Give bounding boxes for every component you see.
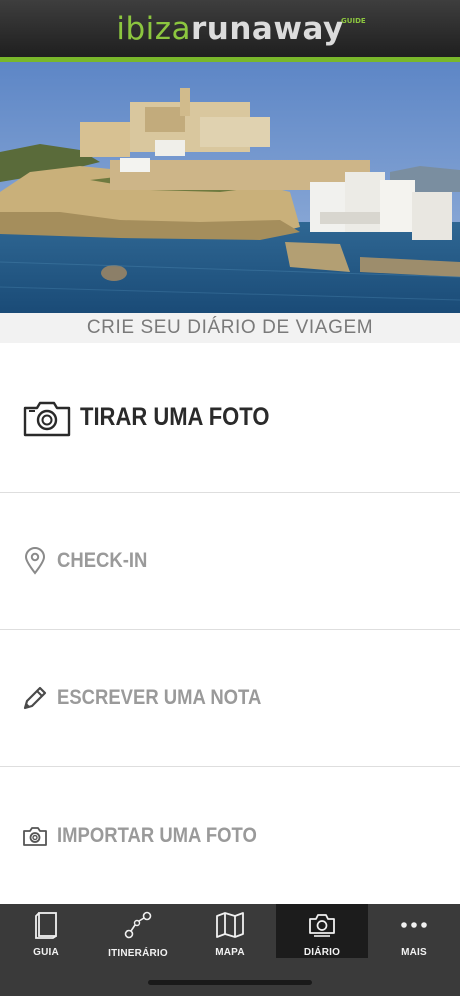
tab-diario-label: DIÁRIO [303,947,341,958]
logo-text-runaway: runaway [191,11,344,47]
take-photo-label: TIRAR UMA FOTO [80,403,270,431]
map-icon [215,910,245,939]
tab-guia-label: GUIA [33,947,59,958]
app-header: ibizarunaway GUIDE [0,0,460,57]
page-subtitle: CRIE SEU DIÁRIO DE VIAGEM [0,313,460,343]
check-in-label: CHECK-IN [57,549,148,572]
app-logo: ibizarunaway GUIDE [116,11,365,47]
camera-icon [22,398,72,438]
tab-itinerario-label: ITINERÁRIO [108,948,168,959]
tab-itinerario[interactable]: ITINERÁRIO [92,904,184,959]
check-in-button[interactable]: CHECK-IN [0,493,460,630]
camera-icon [22,825,48,847]
book-icon [34,910,58,939]
tab-mais[interactable]: MAIS [368,904,460,958]
camera-icon [308,910,336,939]
more-dots-icon [399,910,429,939]
logo-text-ibiza: ibiza [116,11,191,47]
pencil-icon [22,685,48,711]
take-photo-button[interactable]: TIRAR UMA FOTO [0,343,460,493]
tab-mapa-label: MAPA [215,947,245,958]
tab-mapa[interactable]: MAPA [184,904,276,958]
tab-mais-label: MAIS [401,947,427,958]
import-photo-button[interactable]: IMPORTAR UMA FOTO [0,767,460,904]
import-photo-label: IMPORTAR UMA FOTO [57,823,257,847]
location-pin-icon [22,547,48,575]
tab-guia[interactable]: GUIA [0,904,92,958]
logo-badge: GUIDE [341,17,366,25]
write-note-label: ESCREVER UMA NOTA [57,686,262,709]
hero-photo [0,62,460,313]
home-indicator [148,980,312,985]
write-note-button[interactable]: ESCREVER UMA NOTA [0,630,460,767]
route-icon [123,910,153,940]
tab-diario[interactable]: DIÁRIO [276,904,368,958]
